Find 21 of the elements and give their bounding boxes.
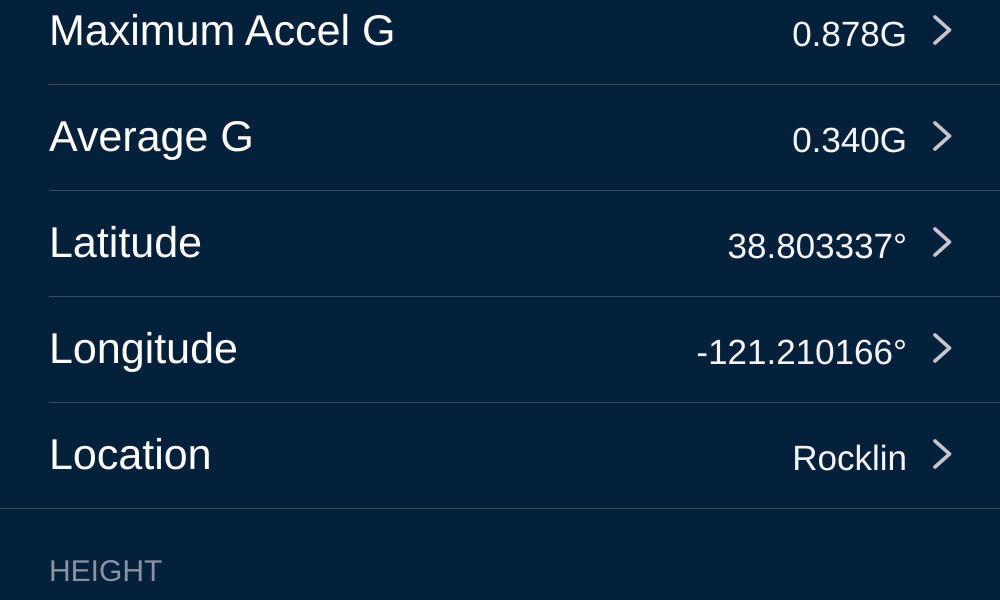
row-value: -121.210166°: [696, 332, 907, 374]
chevron-icon: [933, 438, 952, 468]
section-header: HEIGHT: [49, 555, 162, 588]
chevron-icon: [933, 120, 952, 150]
list-row[interactable]: Latitude 38.803337°: [49, 191, 1000, 297]
row-value: 0.340G: [792, 120, 907, 162]
row-value: 0.878G: [792, 14, 907, 56]
chevron-icon: [933, 226, 952, 256]
list-row[interactable]: Average G 0.340G: [49, 85, 1000, 191]
row-label: Average G: [49, 112, 254, 162]
row-value: 38.803337°: [728, 226, 907, 268]
row-value: Rocklin: [792, 438, 907, 480]
row-label: Latitude: [49, 218, 202, 268]
list-row[interactable]: Location Rocklin: [0, 403, 1000, 509]
chevron-icon: [933, 14, 952, 44]
list-row[interactable]: Maximum Accel G 0.878G: [49, 0, 1000, 85]
list-row[interactable]: Longitude -121.210166°: [49, 297, 1000, 403]
row-label: Location: [49, 430, 212, 480]
chevron-icon: [933, 332, 952, 362]
row-label: Maximum Accel G: [49, 6, 396, 56]
row-label: Longitude: [49, 324, 238, 374]
